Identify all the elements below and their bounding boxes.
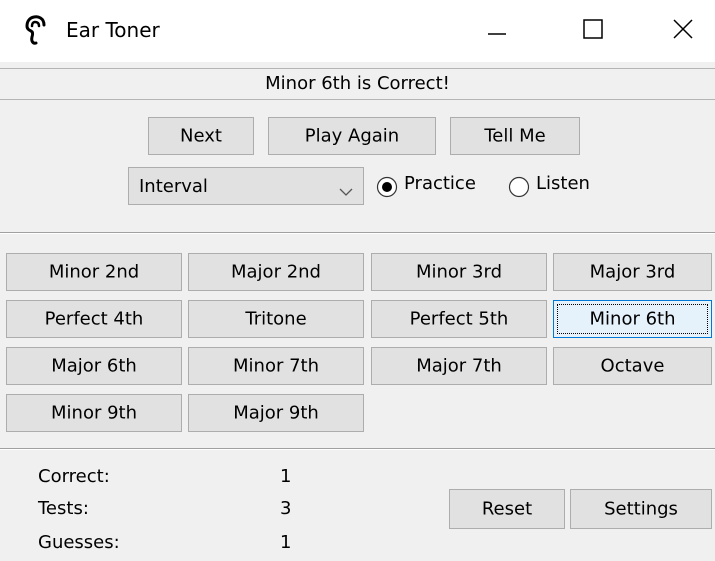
- interval-label: Major 2nd: [231, 261, 321, 283]
- divider: [0, 232, 715, 234]
- reset-button[interactable]: Reset: [449, 489, 565, 529]
- tests-label: Tests:: [38, 498, 89, 519]
- tests-value: 3: [280, 498, 292, 519]
- guesses-value: 1: [280, 532, 292, 553]
- maximize-button[interactable]: [564, 8, 620, 52]
- interval-button[interactable]: Major 6th: [6, 347, 182, 385]
- interval-label: Perfect 4th: [44, 308, 144, 330]
- interval-label: Major 6th: [51, 355, 137, 377]
- close-button[interactable]: [654, 8, 710, 52]
- interval-label: Perfect 5th: [409, 308, 509, 330]
- interval-label: Tritone: [245, 308, 307, 330]
- play-again-button-label: Play Again: [304, 125, 400, 147]
- interval-button[interactable]: Major 3rd: [553, 253, 712, 291]
- interval-button[interactable]: Perfect 4th: [6, 300, 182, 338]
- correct-label: Correct:: [38, 466, 110, 487]
- divider: [0, 448, 715, 450]
- chevron-down-icon: [339, 181, 353, 202]
- practice-label: Practice: [404, 173, 476, 194]
- interval-button[interactable]: Minor 2nd: [6, 253, 182, 291]
- interval-button[interactable]: Octave: [553, 347, 712, 385]
- radio-selected-icon: [376, 176, 398, 203]
- interval-label: Minor 9th: [51, 402, 137, 424]
- ear-icon: [24, 14, 50, 46]
- interval-button[interactable]: Minor 3rd: [371, 253, 547, 291]
- settings-button[interactable]: Settings: [570, 489, 712, 529]
- minimize-button[interactable]: [468, 8, 524, 52]
- interval-button[interactable]: Minor 7th: [188, 347, 364, 385]
- settings-button-label: Settings: [604, 498, 678, 520]
- interval-button-selected[interactable]: Minor 6th: [553, 300, 712, 338]
- guesses-label: Guesses:: [38, 532, 120, 553]
- mode-select-value: Interval: [139, 176, 208, 197]
- interval-button[interactable]: Major 9th: [188, 394, 364, 432]
- play-again-button[interactable]: Play Again: [268, 117, 436, 155]
- radio-unselected-icon: [508, 176, 530, 203]
- correct-value: 1: [280, 466, 292, 487]
- interval-button[interactable]: Major 7th: [371, 347, 547, 385]
- tell-me-button[interactable]: Tell Me: [450, 117, 580, 155]
- next-button[interactable]: Next: [148, 117, 254, 155]
- interval-label: Minor 2nd: [48, 261, 140, 283]
- window-title: Ear Toner: [66, 18, 160, 42]
- interval-label: Minor 3rd: [415, 261, 503, 283]
- mode-select[interactable]: Interval: [128, 167, 364, 205]
- interval-label: Major 7th: [416, 355, 502, 377]
- reset-button-label: Reset: [481, 498, 533, 520]
- interval-label: Octave: [600, 355, 665, 377]
- listen-label: Listen: [536, 173, 590, 194]
- status-message: Minor 6th is Correct!: [0, 68, 715, 100]
- interval-label: Major 9th: [233, 402, 319, 424]
- next-button-label: Next: [180, 125, 222, 147]
- interval-button[interactable]: Perfect 5th: [371, 300, 547, 338]
- interval-button[interactable]: Minor 9th: [6, 394, 182, 432]
- interval-button[interactable]: Major 2nd: [188, 253, 364, 291]
- tell-me-button-label: Tell Me: [484, 125, 546, 147]
- interval-label: Minor 6th: [589, 308, 676, 330]
- interval-button[interactable]: Tritone: [188, 300, 364, 338]
- interval-label: Major 3rd: [589, 261, 676, 283]
- interval-label: Minor 7th: [233, 355, 319, 377]
- title-bar: Ear Toner: [0, 0, 715, 62]
